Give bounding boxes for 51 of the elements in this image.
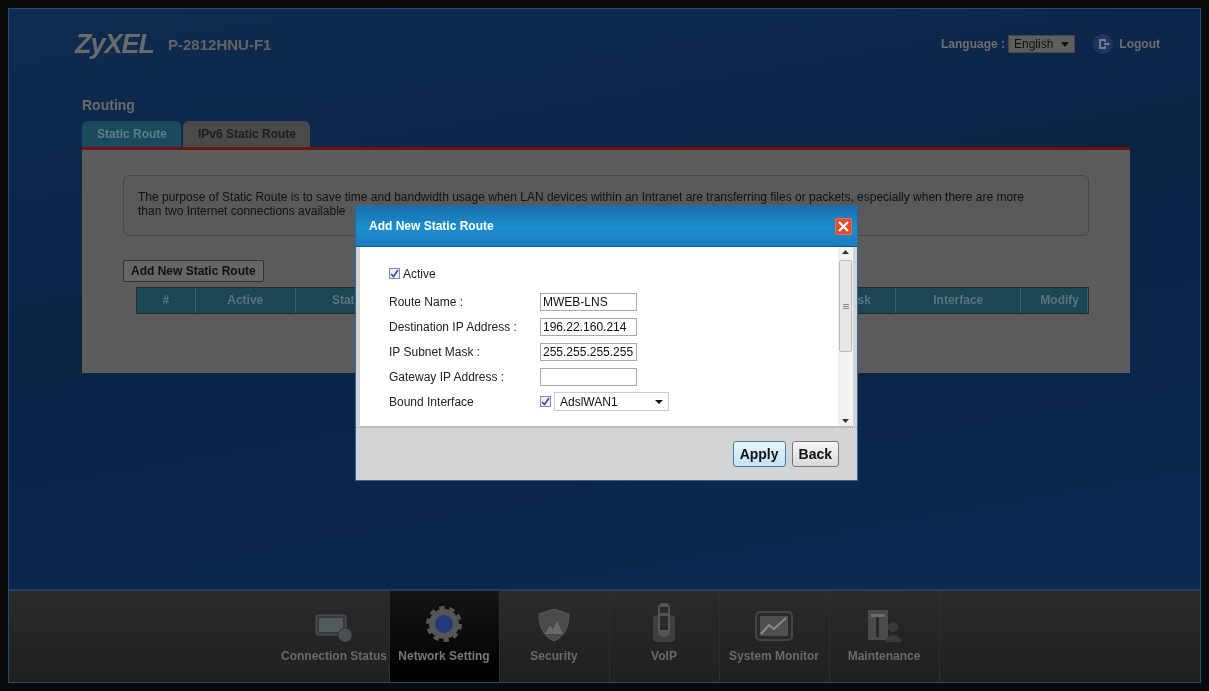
column-header: Active [195,288,296,313]
nav-item[interactable]: Network Setting [389,591,500,682]
close-icon [838,220,849,232]
caret-icon [655,399,663,404]
description-text: The purpose of Static Route is to save time and bandwidth usage when LAN devices within an Intranet are transferring files or packets, especially when there are more [138,190,1025,204]
description-text: than two Internet connections available [138,204,347,218]
input-field[interactable] [540,367,637,386]
dialog-button[interactable]: Back [791,441,839,467]
column-header: # [137,288,196,313]
logout-link[interactable]: Logout [1093,34,1160,54]
column-header: Modify [1021,288,1088,313]
scroll-up-icon[interactable] [842,250,849,254]
phone-icon [651,601,677,643]
logout-icon [1093,34,1114,54]
interface-dropdown[interactable]: AdslWAN1 [554,392,669,411]
language-label: Language : [940,37,1005,51]
input-field[interactable]: 255.255.255.255 [540,342,637,361]
scrollbar[interactable] [838,247,853,426]
nav-item[interactable]: Maintenance [829,591,940,682]
grip-icon [842,303,849,309]
field-label: Destination IP Address : [389,319,518,334]
column-header: Interface [896,288,1022,313]
monitor-icon [314,611,354,643]
zyxel-logo: ZyXEL [75,28,155,60]
nav-item[interactable]: Security [499,591,610,682]
field-label: IP Subnet Mask : [389,344,482,359]
field-label: Gateway IP Address : [389,369,506,384]
nav-item[interactable]: VoIP [609,591,720,682]
input-field[interactable]: MWEB-LNS [540,292,637,311]
checkbox[interactable] [540,396,551,407]
model-name: P-2812HNU-F1 [168,35,272,53]
line-chart-icon [755,611,793,643]
close-button[interactable] [835,217,852,235]
dialog-title: Add New Static Route [369,219,494,233]
field-label: Route Name : [389,294,465,309]
language-dropdown[interactable]: English [1008,35,1076,53]
nav-item[interactable]: System Monitor [719,591,830,682]
gear-icon [424,605,464,643]
add-route-button[interactable]: Add New Static Route [123,260,264,282]
checkbox[interactable] [389,268,400,279]
checkbox-label: Active [403,266,436,281]
dialog-button[interactable]: Apply [732,441,786,467]
caret-icon [1061,41,1070,47]
scroll-down-icon[interactable] [842,419,849,423]
page-title: Routing [82,97,135,113]
cabinet-icon [866,607,902,643]
input-field[interactable]: 196.22.160.214 [540,317,637,336]
nav-item[interactable]: Connection Status [279,591,390,682]
tab[interactable]: Static Route [82,121,181,147]
shield-icon [536,607,572,643]
field-label: Bound Interface [389,394,475,409]
